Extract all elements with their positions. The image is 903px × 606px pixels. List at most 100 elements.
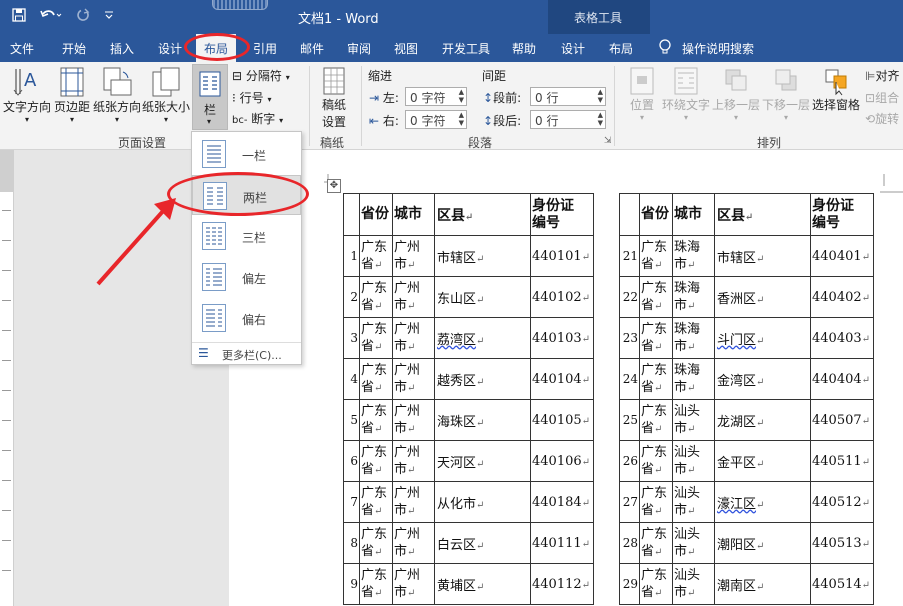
district-cell[interactable]: 龙湖区↵ [714, 399, 811, 441]
row-number[interactable]: 9 [343, 563, 360, 605]
row-number[interactable]: 28 [619, 522, 640, 564]
city-cell[interactable]: 广州 市↵ [392, 358, 435, 400]
city-cell[interactable]: 珠海 市↵ [672, 235, 715, 277]
city-cell[interactable]: 汕头 市↵ [672, 563, 715, 605]
breaks-button[interactable]: ⊟ 分隔符 ▾ [232, 67, 290, 84]
row-number[interactable]: 8 [343, 522, 360, 564]
vertical-ruler[interactable] [0, 150, 14, 606]
district-cell[interactable]: 黄埔区↵ [434, 563, 531, 605]
city-cell[interactable]: 广州 市↵ [392, 317, 435, 359]
margins-button[interactable]: 页边距 ▾ [53, 66, 91, 124]
table-cell[interactable] [343, 193, 360, 236]
province-cell[interactable]: 广东 省↵ [639, 481, 673, 523]
header-district[interactable]: 区县↵ [434, 193, 531, 236]
more-columns-item[interactable]: ☰ 更多栏(C)... [192, 342, 301, 364]
row-number[interactable]: 26 [619, 440, 640, 482]
district-cell[interactable]: 潮南区↵ [714, 563, 811, 605]
paragraph-dialog-launcher-icon[interactable]: ⇲ [604, 136, 612, 146]
province-cell[interactable]: 广东 省↵ [359, 522, 393, 564]
id-code-cell[interactable]: 440102↵ [529, 276, 595, 318]
id-code-cell[interactable]: 440111↵ [529, 522, 595, 564]
id-code-cell[interactable]: 440402↵ [809, 276, 875, 318]
district-cell[interactable]: 天河区↵ [434, 440, 531, 482]
row-number[interactable]: 23 [619, 317, 640, 359]
city-cell[interactable]: 汕头 市↵ [672, 399, 715, 441]
district-cell[interactable]: 从化市↵ [434, 481, 531, 523]
tab-mailings[interactable]: 邮件 [300, 40, 324, 57]
size-button[interactable]: 纸张大小 ▾ [142, 66, 190, 124]
header-city[interactable]: 城市 [392, 193, 435, 236]
orientation-button[interactable]: 纸张方向 ▾ [93, 66, 141, 124]
district-cell[interactable]: 香洲区↵ [714, 276, 811, 318]
id-code-cell[interactable]: 440112↵ [529, 563, 595, 605]
province-cell[interactable]: 广东 省↵ [359, 317, 393, 359]
line-numbers-button[interactable]: ⁝ 行号 ▾ [232, 89, 272, 106]
id-code-cell[interactable]: 440184↵ [529, 481, 595, 523]
city-cell[interactable]: 汕头 市↵ [672, 440, 715, 482]
row-number[interactable]: 21 [619, 235, 640, 277]
columns-option-three[interactable]: 三栏 [192, 216, 301, 256]
tab-help[interactable]: 帮助 [512, 40, 536, 57]
province-cell[interactable]: 广东 省↵ [359, 235, 393, 277]
header-id-code[interactable]: 身份证 编号 [809, 193, 875, 236]
tab-home[interactable]: 开始 [62, 40, 86, 57]
province-cell[interactable]: 广东 省↵ [639, 317, 673, 359]
id-code-cell[interactable]: 440401↵ [809, 235, 875, 277]
bring-forward-button[interactable]: 上移一层 ▾ [711, 66, 761, 122]
row-number[interactable]: 7 [343, 481, 360, 523]
district-cell[interactable]: 海珠区↵ [434, 399, 531, 441]
district-cell[interactable]: 白云区↵ [434, 522, 531, 564]
position-button[interactable]: 位置 ▾ [622, 66, 662, 122]
spacing-before-input[interactable]: 0 行 ▲ ▼ [530, 87, 606, 106]
columns-option-one[interactable]: 一栏 [192, 134, 301, 174]
city-cell[interactable]: 珠海 市↵ [672, 358, 715, 400]
rotate-button[interactable]: ⟲旋转 [865, 110, 899, 127]
header-province[interactable]: 省份 [359, 193, 393, 236]
row-number[interactable]: 29 [619, 563, 640, 605]
table-move-handle-icon[interactable]: ✥ [327, 179, 341, 193]
tab-table-design[interactable]: 设计 [561, 40, 585, 57]
header-id-code[interactable]: 身份证 编号 [529, 193, 595, 236]
row-number[interactable]: 22 [619, 276, 640, 318]
city-cell[interactable]: 广州 市↵ [392, 276, 435, 318]
district-cell[interactable]: 荔湾区↵ [434, 317, 531, 359]
city-cell[interactable]: 广州 市↵ [392, 440, 435, 482]
header-city[interactable]: 城市 [672, 193, 715, 236]
tab-developer[interactable]: 开发工具 [442, 40, 490, 57]
city-cell[interactable]: 广州 市↵ [392, 563, 435, 605]
province-cell[interactable]: 广东 省↵ [359, 399, 393, 441]
district-cell[interactable]: 潮阳区↵ [714, 522, 811, 564]
tab-insert[interactable]: 插入 [110, 40, 134, 57]
row-number[interactable]: 25 [619, 399, 640, 441]
province-cell[interactable]: 广东 省↵ [639, 276, 673, 318]
id-code-cell[interactable]: 440507↵ [809, 399, 875, 441]
id-code-cell[interactable]: 440511↵ [809, 440, 875, 482]
row-number[interactable]: 2 [343, 276, 360, 318]
table-right[interactable]: 省份 城市 区县↵ 身份证 编号 21 广东 省↵ 珠海 市↵ 市辖区↵ 440401↵ 22 广… [619, 193, 875, 605]
tab-view[interactable]: 视图 [394, 40, 418, 57]
id-code-cell[interactable]: 440513↵ [809, 522, 875, 564]
header-district[interactable]: 区县↵ [714, 193, 811, 236]
province-cell[interactable]: 广东 省↵ [359, 440, 393, 482]
city-cell[interactable]: 广州 市↵ [392, 481, 435, 523]
id-code-cell[interactable]: 440403↵ [809, 317, 875, 359]
tell-me-search[interactable]: 操作说明搜索 [682, 40, 754, 57]
save-icon[interactable] [12, 8, 26, 26]
id-code-cell[interactable]: 440105↵ [529, 399, 595, 441]
id-code-cell[interactable]: 440101↵ [529, 235, 595, 277]
group-button[interactable]: ⊡组合 [865, 89, 899, 106]
indent-right-input[interactable]: 0 字符 ▲ ▼ [405, 110, 467, 129]
draft-settings-button[interactable]: 稿纸 设置 [314, 66, 354, 130]
align-button[interactable]: ⊫对齐 [865, 67, 899, 84]
table-cell[interactable] [619, 193, 640, 236]
table-left[interactable]: 省份 城市 区县↵ 身份证 编号 1 广东 省↵ 广州 市↵ 市辖区↵ 440101↵ 2 广东省… [343, 193, 595, 605]
row-number[interactable]: 3 [343, 317, 360, 359]
columns-option-right[interactable]: 偏右 [192, 298, 301, 338]
city-cell[interactable]: 汕头 市↵ [672, 481, 715, 523]
id-code-cell[interactable]: 440514↵ [809, 563, 875, 605]
province-cell[interactable]: 广东 省↵ [639, 399, 673, 441]
province-cell[interactable]: 广东 省↵ [639, 235, 673, 277]
id-code-cell[interactable]: 440404↵ [809, 358, 875, 400]
row-number[interactable]: 4 [343, 358, 360, 400]
district-cell[interactable]: 濠江区↵ [714, 481, 811, 523]
